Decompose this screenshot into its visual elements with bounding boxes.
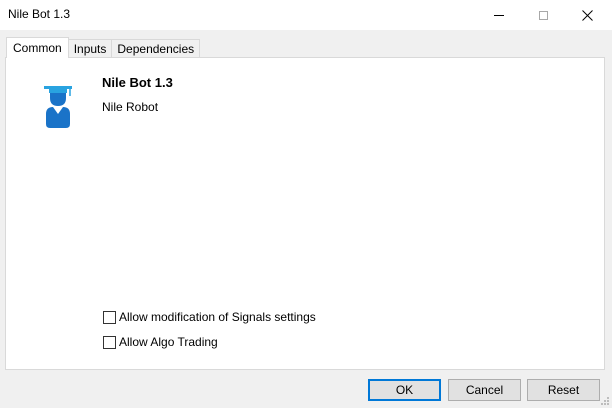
bot-name: Nile Bot 1.3 [102, 75, 173, 90]
allow-algo-trading-checkbox[interactable] [103, 335, 116, 349]
dialog-window: Nile Bot 1.3 Common Inputs Dependencies [0, 0, 612, 408]
close-icon [581, 9, 593, 21]
common-tab-panel: Nile Bot 1.3 Nile Robot Allow modificati… [5, 57, 605, 370]
minimize-icon [494, 14, 504, 16]
allow-signals-modification-option[interactable]: Allow modification of Signals settings [103, 310, 316, 324]
maximize-button[interactable] [520, 0, 566, 30]
tab-dependencies[interactable]: Dependencies [111, 39, 201, 58]
tab-bar: Common Inputs Dependencies [6, 37, 201, 58]
allow-signals-modification-label: Allow modification of Signals settings [119, 310, 316, 324]
cancel-button[interactable]: Cancel [448, 379, 521, 401]
allow-signals-modification-checkbox[interactable] [103, 310, 116, 324]
window-title: Nile Bot 1.3 [8, 7, 71, 21]
allow-algo-trading-option[interactable]: Allow Algo Trading [103, 335, 218, 349]
resize-grip-icon[interactable] [600, 396, 610, 406]
minimize-button[interactable] [476, 0, 522, 30]
close-button[interactable] [564, 0, 610, 30]
title-bar[interactable]: Nile Bot 1.3 [0, 0, 612, 30]
ok-button[interactable]: OK [368, 379, 441, 401]
reset-button[interactable]: Reset [527, 379, 600, 401]
graduate-user-icon [44, 86, 72, 128]
maximize-icon [538, 10, 548, 20]
allow-algo-trading-label: Allow Algo Trading [119, 335, 218, 349]
tab-inputs[interactable]: Inputs [67, 39, 113, 58]
tab-common[interactable]: Common [6, 37, 69, 58]
bot-description: Nile Robot [102, 100, 159, 114]
